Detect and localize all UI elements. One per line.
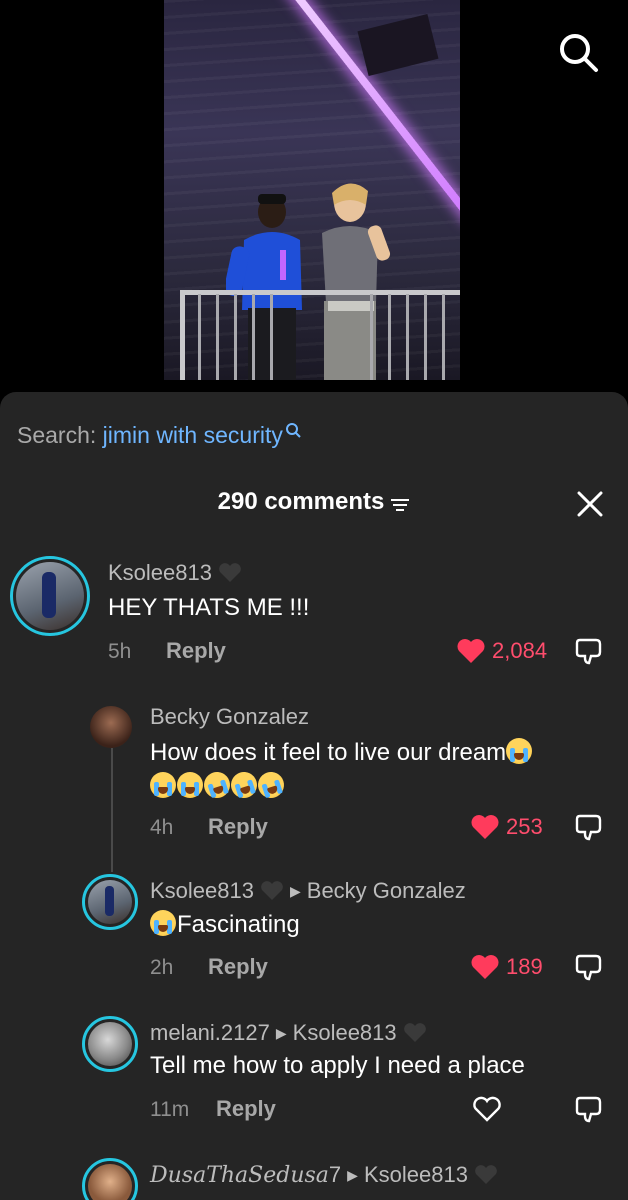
- search-suggestion[interactable]: Search: jimin with security: [17, 422, 301, 449]
- video-barricade: [180, 290, 460, 380]
- comment-username[interactable]: DusaThaSedusa7 ▶ Ksolee813: [150, 1162, 498, 1188]
- like-count: 2,084: [492, 638, 548, 663]
- search-small-icon: [285, 423, 301, 438]
- crying-emoji: [177, 772, 203, 798]
- heart-icon: [471, 955, 499, 979]
- comment-text: HEY THATS ME !!!: [108, 594, 310, 621]
- comment-time: 5h: [108, 640, 132, 663]
- crying-emoji: [506, 738, 533, 764]
- like-count: 189: [506, 954, 543, 979]
- laughing-emoji: [254, 768, 288, 802]
- comment-item: Ksolee813 ▶ Becky Gonzalez Fascinating 2h …: [0, 874, 628, 994]
- comment-time: 4h: [150, 816, 174, 839]
- black-heart-icon: [261, 881, 283, 900]
- comment-username[interactable]: Ksolee813: [108, 560, 242, 586]
- reply-button[interactable]: Reply: [166, 638, 226, 664]
- crying-emoji: [150, 772, 176, 798]
- like-button[interactable]: 2,084: [456, 638, 547, 664]
- comment-time: 2h: [150, 956, 174, 979]
- reply-arrow-icon: ▶: [347, 1167, 358, 1183]
- comment-text: How does it feel to live our dream: [150, 736, 533, 804]
- search-label: Search:: [17, 422, 97, 448]
- comment-username[interactable]: Becky Gonzalez: [150, 704, 309, 730]
- dislike-icon[interactable]: [574, 1094, 604, 1124]
- dislike-icon[interactable]: [574, 636, 604, 666]
- heart-icon: [471, 815, 499, 839]
- black-heart-icon: [475, 1165, 497, 1184]
- dislike-icon[interactable]: [574, 952, 604, 982]
- video-player[interactable]: [164, 0, 460, 380]
- black-heart-icon: [403, 1023, 426, 1042]
- comment-item: DusaThaSedusa7 ▶ Ksolee813: [0, 1158, 628, 1200]
- dislike-icon[interactable]: [574, 812, 604, 842]
- crying-emoji: [150, 910, 176, 936]
- filter-icon[interactable]: [390, 497, 410, 513]
- search-icon[interactable]: [556, 30, 600, 74]
- comments-count: 290 comments: [217, 488, 385, 515]
- heart-outline-icon[interactable]: [472, 1096, 502, 1122]
- laughing-emoji: [200, 768, 234, 802]
- avatar[interactable]: [82, 1016, 138, 1072]
- laughing-emoji: [227, 768, 261, 802]
- comment-item: Becky Gonzalez How does it feel to live …: [0, 702, 628, 842]
- comment-item: melani.2127 ▶ Ksolee813 Tell me how to app…: [0, 1016, 628, 1136]
- close-icon[interactable]: [574, 488, 606, 520]
- reply-to-name[interactable]: Ksolee813: [293, 1020, 397, 1045]
- comment-text: Fascinating: [150, 910, 300, 939]
- comment-item: Ksolee813 HEY THATS ME !!! 5h Reply 2,08…: [0, 556, 628, 676]
- like-button[interactable]: 189: [470, 954, 543, 980]
- like-count: 253: [506, 814, 543, 839]
- search-query-link[interactable]: jimin with security: [103, 422, 283, 448]
- reply-button[interactable]: Reply: [216, 1096, 276, 1122]
- reply-to-name[interactable]: Becky Gonzalez: [307, 878, 466, 903]
- reply-arrow-icon: ▶: [275, 1025, 287, 1041]
- comment-text: Tell me how to apply I need a place: [150, 1052, 525, 1079]
- avatar[interactable]: [82, 1158, 138, 1200]
- comment-time: 11m: [150, 1098, 190, 1121]
- reply-button[interactable]: Reply: [208, 814, 268, 840]
- black-heart-icon: [219, 563, 241, 582]
- video-area[interactable]: [0, 0, 628, 392]
- avatar[interactable]: [82, 874, 138, 930]
- comment-username[interactable]: melani.2127 ▶ Ksolee813: [150, 1020, 427, 1046]
- reply-arrow-icon: ▶: [289, 883, 301, 899]
- avatar[interactable]: [10, 556, 90, 636]
- avatar[interactable]: [90, 706, 132, 748]
- heart-icon: [457, 639, 485, 663]
- reply-button[interactable]: Reply: [208, 954, 268, 980]
- reply-to-name[interactable]: Ksolee813: [364, 1162, 468, 1187]
- comments-header: 290 comments: [0, 488, 628, 524]
- comments-sheet: Search: jimin with security 290 comments…: [0, 392, 628, 1200]
- like-button[interactable]: 253: [470, 814, 543, 840]
- comment-username[interactable]: Ksolee813 ▶ Becky Gonzalez: [150, 878, 466, 904]
